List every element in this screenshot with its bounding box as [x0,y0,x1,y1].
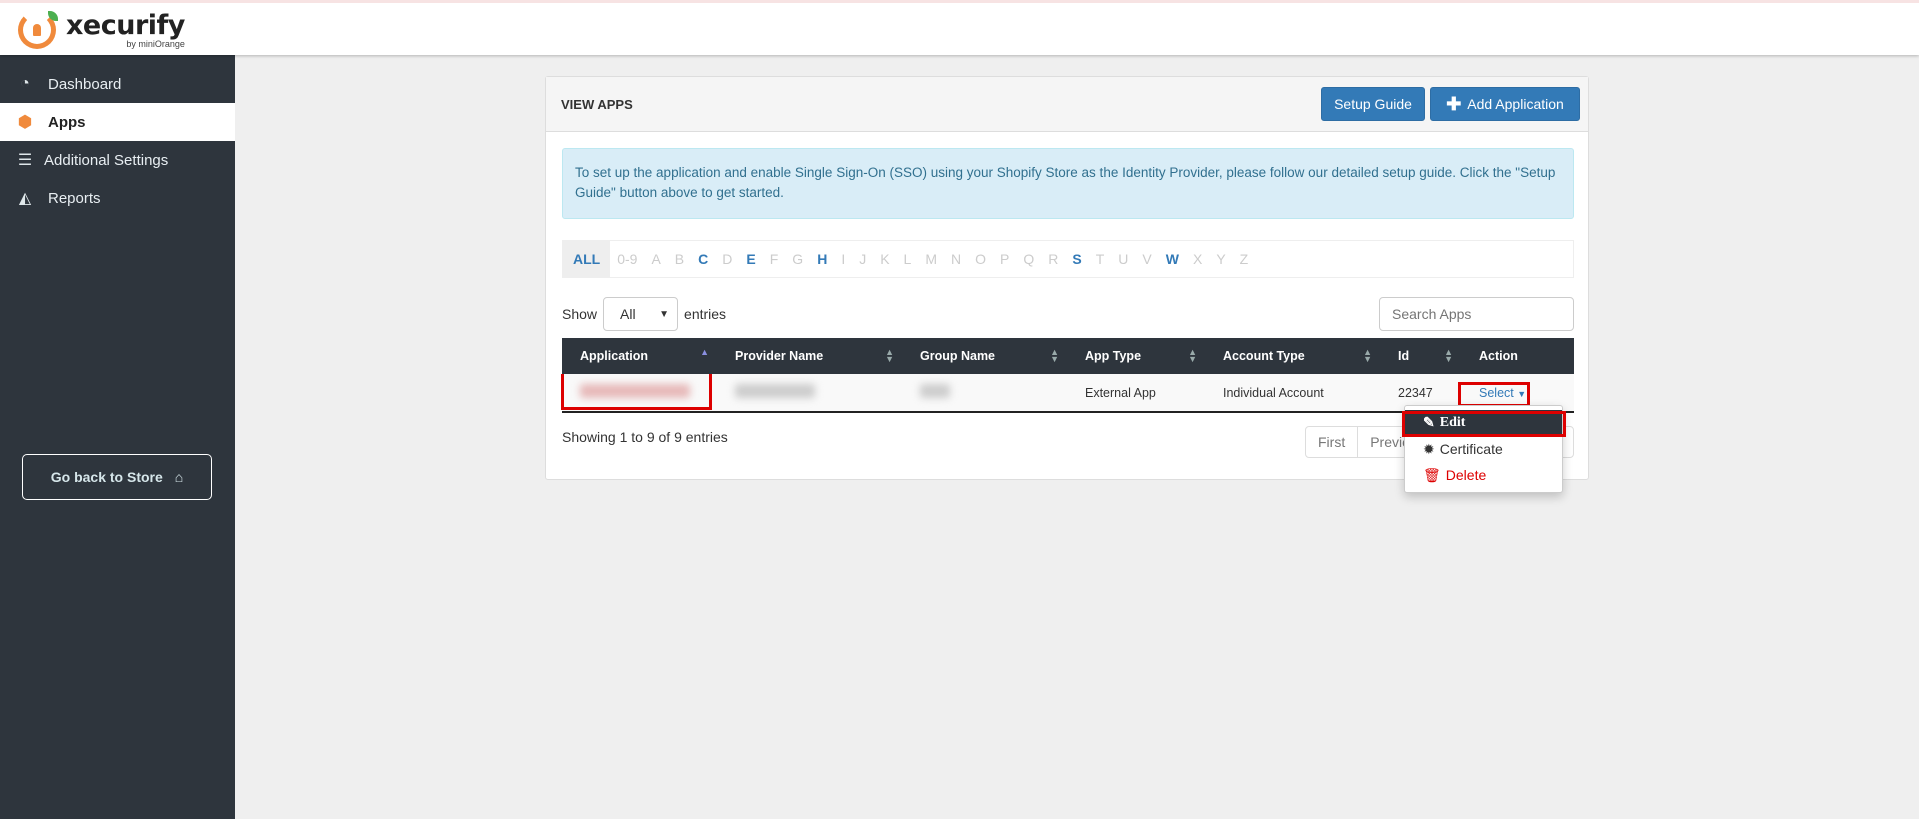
sidebar-item-additional-settings[interactable]: ☰ Additional Settings [0,141,235,179]
alphabet-filter-z[interactable]: Z [1233,251,1256,267]
column-action: Action [1461,338,1574,374]
alphabet-filter-a[interactable]: A [644,251,667,267]
alphabet-filter-n[interactable]: N [944,251,968,267]
sidebar-item-apps[interactable]: ⬢ Apps [0,103,235,141]
setup-guide-button[interactable]: Setup Guide [1321,87,1425,121]
info-alert: To set up the application and enable Sin… [562,148,1574,219]
sidebar-item-reports[interactable]: ◭ Reports [0,179,235,217]
highlight-application [561,374,712,410]
delete-menu-item[interactable]: 🗑 Delete [1405,462,1562,488]
panel-title: VIEW APPS [561,97,633,112]
alphabet-filter-g[interactable]: G [785,251,810,267]
alphabet-filter: ALL 0-9 A B C D E F G H I J K L M N O P Q R S T U V W X Y Z [562,240,1574,278]
go-back-to-store-button[interactable]: Go back to Store ⌂ [22,454,212,500]
highlight-edit [1402,411,1566,437]
chart-icon: ◭ [18,190,32,207]
provider-cell [717,374,902,413]
sort-asc-icon: ▲ [700,347,709,357]
certificate-icon: ✹ [1423,440,1435,457]
alphabet-filter-0-9[interactable]: 0-9 [610,251,644,267]
account-type-cell: Individual Account [1205,374,1380,413]
app-type-cell: External App [1067,374,1205,413]
apps-table: Application ▲ Provider Name ▲ ▼ Group Name ▲… [562,338,1574,413]
alphabet-filter-y[interactable]: Y [1209,251,1232,267]
column-account-type[interactable]: Account Type ▲ ▼ [1205,338,1380,374]
alphabet-filter-e[interactable]: E [739,251,762,267]
alphabet-filter-q[interactable]: Q [1016,251,1041,267]
column-provider-name[interactable]: Provider Name ▲ ▼ [717,338,902,374]
store-icon: ⌂ [174,469,184,485]
search-apps-input[interactable] [1379,297,1574,331]
alphabet-filter-x[interactable]: X [1186,251,1209,267]
sort-icon: ▲ ▼ [885,347,894,364]
column-id[interactable]: Id ▲ ▼ [1380,338,1461,374]
alphabet-filter-r[interactable]: R [1041,251,1065,267]
alphabet-filter-b[interactable]: B [668,251,691,267]
database-icon: ☰ [17,152,33,169]
alphabet-filter-d[interactable]: D [715,251,739,267]
sort-icon: ▲ ▼ [1188,347,1197,364]
alphabet-filter-w[interactable]: W [1159,251,1186,267]
group-cell [902,374,1067,413]
column-application[interactable]: Application ▲ [562,338,717,374]
alphabet-filter-p[interactable]: P [993,251,1016,267]
alphabet-filter-m[interactable]: M [918,251,944,267]
column-group-name[interactable]: Group Name ▲ ▼ [902,338,1067,374]
sidebar: ◔ Dashboard ⬢ Apps ☰ Additional Settings ◭ R… [0,55,235,819]
first-page-button[interactable]: First [1306,427,1359,457]
alphabet-filter-u[interactable]: U [1111,251,1135,267]
alphabet-filter-c[interactable]: C [691,251,715,267]
xecurify-logo[interactable]: xecurify by miniOrange [18,11,185,49]
cube-icon: ⬢ [18,114,32,131]
dashboard-icon: ◔ [20,75,30,92]
sort-icon: ▲ ▼ [1050,347,1059,364]
showing-entries: Showing 1 to 9 of 9 entries [562,429,728,445]
alphabet-filter-s[interactable]: S [1065,251,1088,267]
alphabet-filter-k[interactable]: K [873,251,896,267]
plus-icon: ✚ [1446,93,1462,114]
sidebar-item-dashboard[interactable]: ◔ Dashboard [0,65,235,103]
alphabet-filter-j[interactable]: J [852,251,873,267]
chevron-down-icon: ▼ [659,308,670,320]
add-application-button[interactable]: ✚ Add Application [1430,87,1580,121]
alphabet-filter-all[interactable]: ALL [563,241,611,277]
entries-select[interactable]: All ▼ [603,297,679,331]
certificate-menu-item[interactable]: ✹ Certificate [1405,436,1562,462]
alphabet-filter-o[interactable]: O [968,251,993,267]
column-app-type[interactable]: App Type ▲ ▼ [1067,338,1205,374]
top-bar: xecurify by miniOrange [0,0,1919,55]
alphabet-filter-l[interactable]: L [897,251,919,267]
sort-icon: ▲ ▼ [1444,347,1453,364]
highlight-select [1458,382,1530,407]
sort-icon: ▲ ▼ [1363,347,1372,364]
alphabet-filter-v[interactable]: V [1135,251,1158,267]
trash-icon: 🗑 [1423,466,1441,483]
alphabet-filter-t[interactable]: T [1089,251,1112,267]
alphabet-filter-i[interactable]: I [834,251,852,267]
alphabet-filter-h[interactable]: H [810,251,834,267]
alphabet-filter-f[interactable]: F [763,251,786,267]
show-entries: Show All ▼ entries [562,297,726,331]
